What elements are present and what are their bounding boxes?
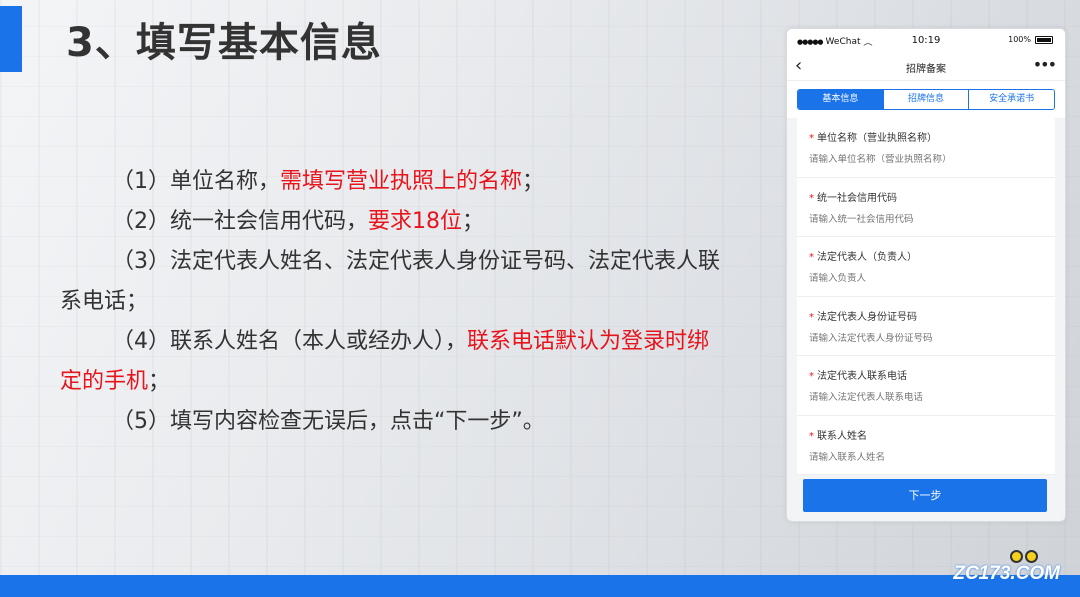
required-mark: * [809,430,814,442]
nav-title: 招牌备案 [906,64,946,75]
footer-bar [0,575,1080,597]
instruction-item-3: （3）法定代表人姓名、法定代表人身份证号码、法定代表人联系电话； [60,249,720,314]
required-mark: * [809,252,814,263]
nav-bar: ‹ 招牌备案 ••• [787,51,1065,81]
next-step-button[interactable]: 下一步 [803,479,1047,512]
form-field: * 法定代表人身份证号码 [797,297,1055,356]
form-field: * 联系人姓名 [797,416,1055,475]
site-logo: ZC173.COM [953,563,1060,584]
basic-info-form: *单位名称（营业执照名称） *统一社会信用代码 *法定代表人（负责人） *法定代… [797,118,1055,475]
form-field: * 单位名称（营业执照名称） [797,118,1055,178]
instruction-list: （1）单位名称，需填写营业执照上的名称； （2）统一社会信用代码，要求18位； … [60,162,720,442]
highlight-text: 需填写营业执照上的名称 [280,169,523,194]
contact-name-input[interactable] [809,451,1049,463]
required-mark: * [809,371,814,382]
instruction-item-2: （2）统一社会信用代码，要求18位； [112,209,485,234]
form-field: * 法定代表人联系电话 [797,356,1055,416]
slide-title: 3、填写基本信息 [66,20,382,66]
legal-rep-input[interactable] [809,273,1049,284]
highlight-text: 要求18位 [368,209,462,234]
required-mark: * [809,311,814,323]
legal-rep-phone-input[interactable] [809,392,1049,403]
instruction-item-1: （1）单位名称，需填写营业执照上的名称； [112,169,545,194]
field-label: 法定代表人身份证号码 [817,311,917,323]
tab-safety-pledge[interactable]: 安全承诺书 [968,90,1054,109]
field-label: 联系人姓名 [817,430,867,442]
field-label: 统一社会信用代码 [817,192,897,204]
status-bar: ●●●●● WeChat ︵ 10:19 100% [787,29,1065,51]
company-name-input[interactable] [809,154,1049,165]
battery-icon [1035,35,1053,44]
form-field: * 法定代表人（负责人） [797,237,1055,297]
required-mark: * [809,133,814,144]
tab-basic-info[interactable]: 基本信息 [798,90,883,109]
field-label: 法定代表人联系电话 [817,371,907,382]
required-mark: * [809,192,814,204]
legal-rep-id-input[interactable] [809,332,1049,344]
battery-label: 100% [1008,35,1031,44]
form-field: * 统一社会信用代码 [797,178,1055,237]
field-label: 法定代表人（负责人） [817,252,917,263]
title-accent-bar [0,6,22,72]
phone-screenshot: ●●●●● WeChat ︵ 10:19 100% ‹ 招牌备案 ••• 基本信… [786,28,1066,522]
more-icon[interactable]: ••• [1033,55,1057,74]
logo-eyes-icon [1010,550,1038,563]
tab-sign-info[interactable]: 招牌信息 [882,90,969,109]
credit-code-input[interactable] [809,213,1049,225]
tab-bar: 基本信息 招牌信息 安全承诺书 [797,89,1055,110]
instruction-item-5: （5）填写内容检查无误后，点击“下一步”。 [112,409,545,434]
field-label: 单位名称（营业执照名称） [817,133,937,144]
instruction-item-4: （4）联系人姓名（本人或经办人），联系电话默认为登录时绑定的手机； [60,329,710,394]
